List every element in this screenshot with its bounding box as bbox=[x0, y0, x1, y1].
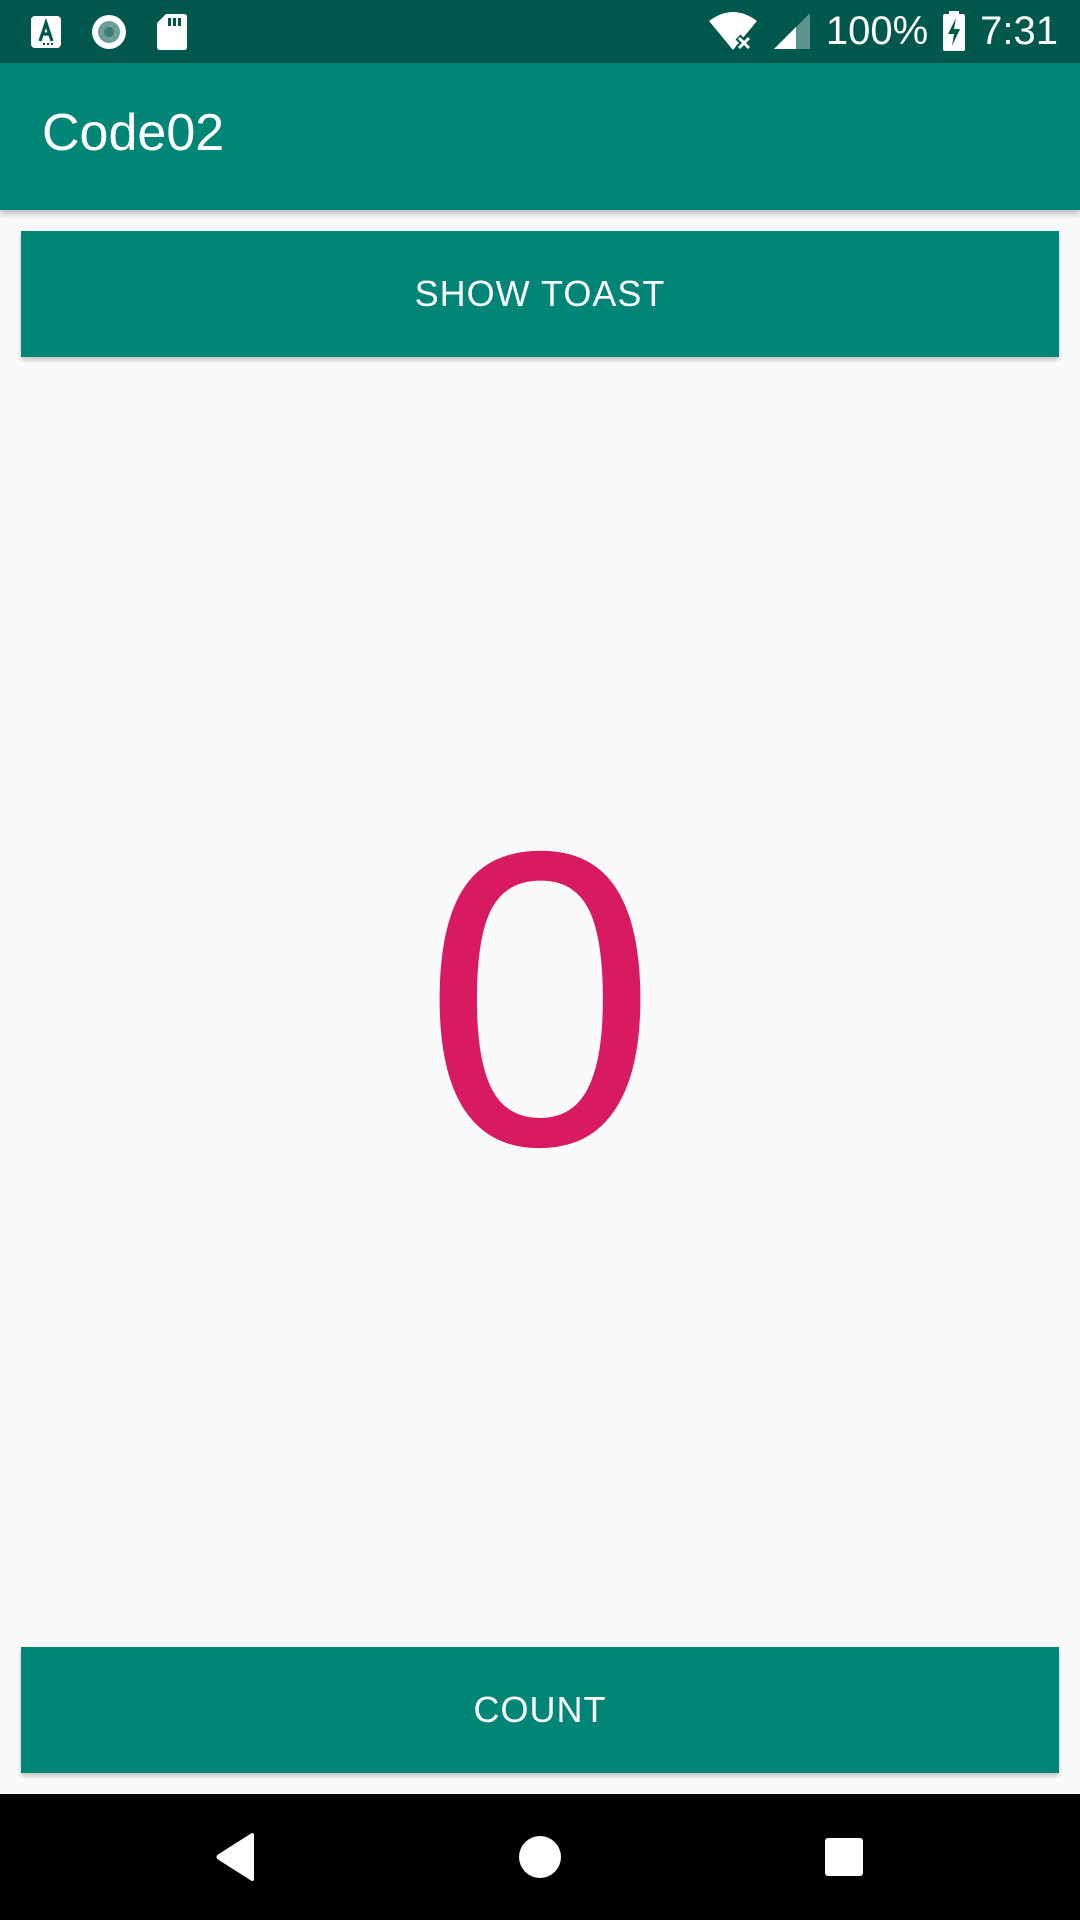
sd-card-icon bbox=[156, 13, 188, 51]
accessibility-app-icon bbox=[30, 15, 62, 49]
battery-charging-icon bbox=[942, 11, 966, 51]
home-icon[interactable] bbox=[505, 1822, 575, 1892]
screen: 100% 7:31 Code02 SHOW TOAST 0 COUNT bbox=[0, 0, 1080, 1920]
battery-percentage: 100% bbox=[825, 9, 929, 53]
record-icon bbox=[90, 13, 128, 51]
app-title: Code02 bbox=[42, 104, 225, 162]
app-bar: Code02 bbox=[0, 63, 1080, 210]
navigation-bar bbox=[0, 1794, 1080, 1920]
back-icon[interactable] bbox=[201, 1822, 271, 1892]
count-button[interactable]: COUNT bbox=[21, 1647, 1059, 1773]
status-system-icons: 100% 7:31 bbox=[708, 8, 1058, 54]
wifi-off-icon bbox=[708, 11, 758, 51]
count-display: 0 bbox=[423, 765, 657, 1234]
status-bar: 100% 7:31 bbox=[0, 0, 1080, 63]
recents-icon[interactable] bbox=[809, 1822, 879, 1892]
signal-icon bbox=[772, 11, 812, 51]
show-toast-button[interactable]: SHOW TOAST bbox=[21, 231, 1059, 357]
status-notification-icons bbox=[30, 12, 188, 52]
status-time: 7:31 bbox=[980, 9, 1058, 53]
